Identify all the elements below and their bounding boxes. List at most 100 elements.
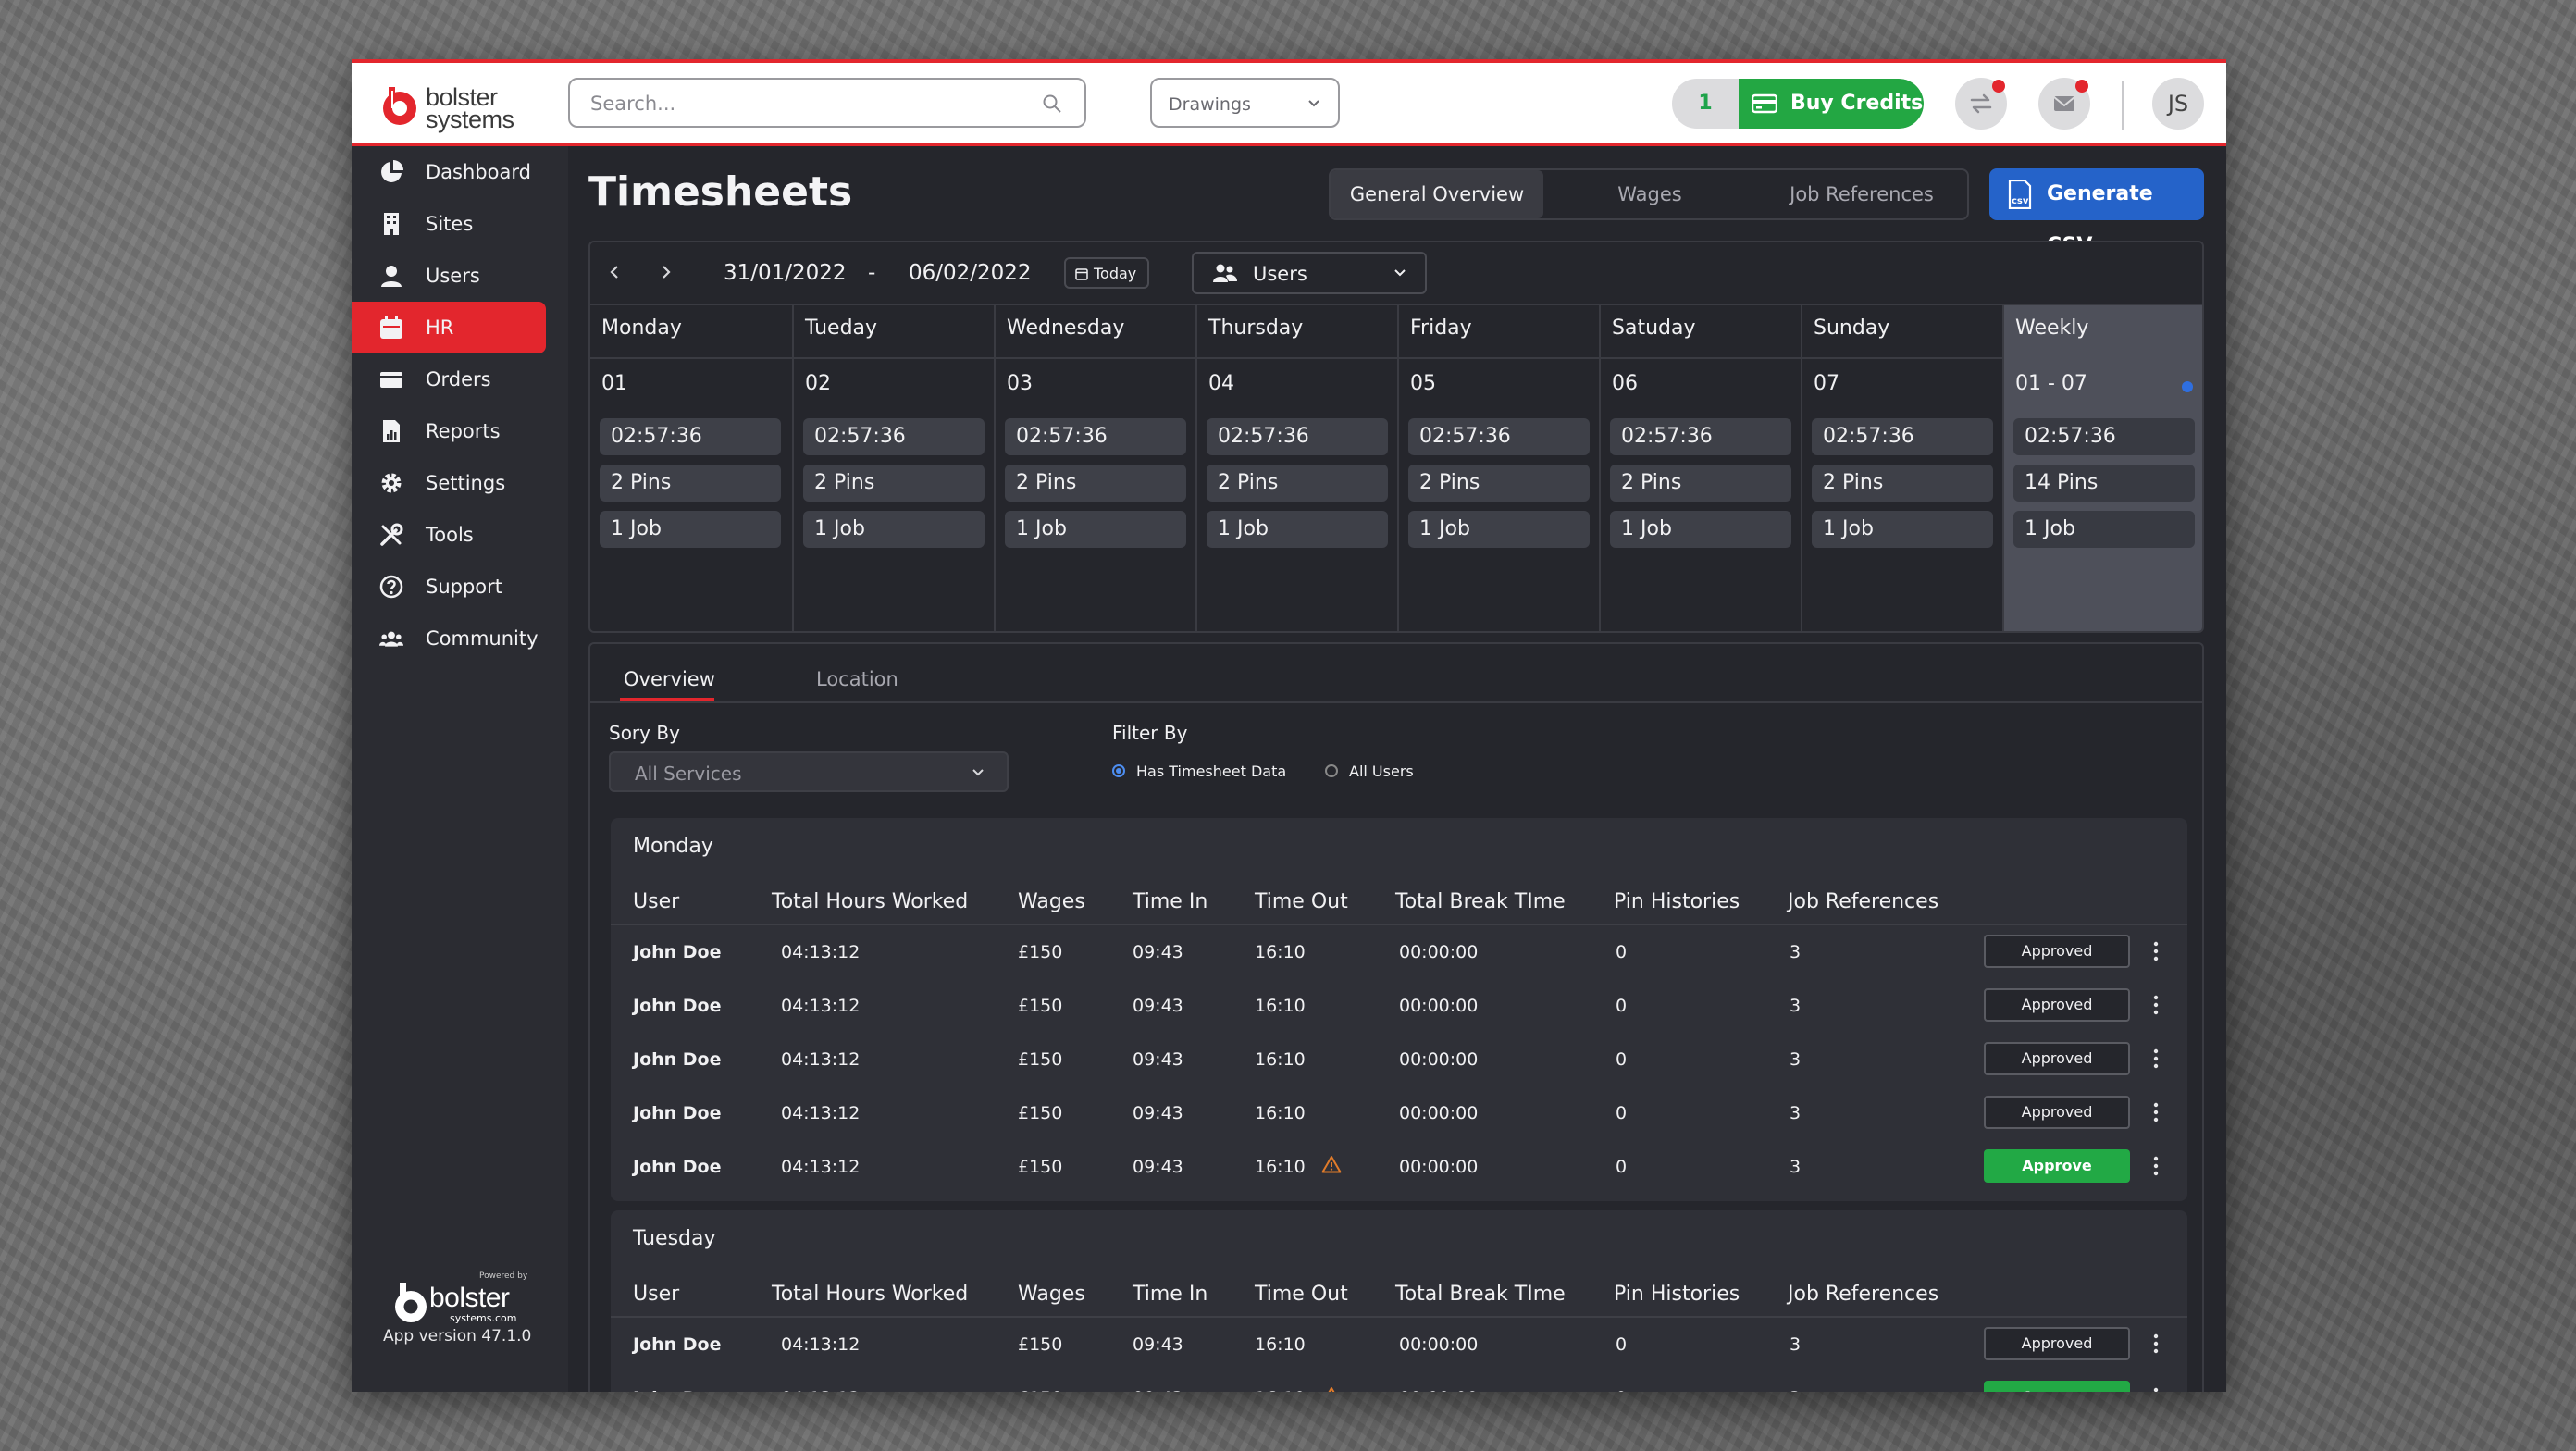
cell-user: John Doe xyxy=(633,1334,722,1355)
sidebar-item-sites[interactable]: Sites xyxy=(352,198,546,250)
search-input[interactable] xyxy=(588,89,1027,118)
day-column[interactable]: Monday 01 02:57:36 2 Pins 1 Job xyxy=(590,304,792,631)
credits-count: 1 xyxy=(1698,92,1713,115)
cell-user: John Doe xyxy=(633,1103,722,1123)
sidebar-item-reports[interactable]: Reports xyxy=(352,405,546,457)
sidebar-item-community[interactable]: Community xyxy=(352,613,546,664)
more-options-icon[interactable] xyxy=(2150,992,2161,1018)
tab-general-overview[interactable]: General Overview xyxy=(1331,170,1543,218)
more-options-icon[interactable] xyxy=(2150,1153,2161,1179)
day-column[interactable]: Satuday 06 02:57:36 2 Pins 1 Job xyxy=(1599,304,1801,631)
table-row: John Doe 04:13:12 £150 09:43 16:10 00:00:00 0 3… xyxy=(611,925,2187,979)
more-options-icon[interactable] xyxy=(2150,1046,2161,1072)
cell-in: 09:43 xyxy=(1133,1157,1183,1177)
sidebar-item-support[interactable]: Support xyxy=(352,561,546,613)
approve-button[interactable]: Approve xyxy=(1984,1381,2130,1392)
today-button[interactable]: Today xyxy=(1064,257,1149,289)
active-subtab-indicator xyxy=(620,698,714,701)
day-column[interactable]: Friday 05 02:57:36 2 Pins 1 Job xyxy=(1397,304,1599,631)
approved-status-button[interactable]: Approved xyxy=(1984,1327,2130,1360)
day-jobs-chip: 1 Job xyxy=(1812,511,1993,548)
chevron-left-icon[interactable] xyxy=(601,259,627,285)
column-header: Wages xyxy=(1018,1283,1085,1306)
column-header: User xyxy=(633,1283,680,1306)
day-divider xyxy=(794,357,994,359)
column-header: Job References xyxy=(1788,890,1939,913)
sidebar-item-hr[interactable]: HR xyxy=(352,302,546,353)
cell-hours: 04:13:12 xyxy=(781,1334,861,1355)
approved-status-button[interactable]: Approved xyxy=(1984,988,2130,1022)
cell-in: 09:43 xyxy=(1133,996,1183,1016)
day-column[interactable]: Tueday 02 02:57:36 2 Pins 1 Job xyxy=(792,304,994,631)
filter-all-users-label[interactable]: All Users xyxy=(1349,763,1414,780)
sidebar-item-dashboard[interactable]: Dashboard xyxy=(352,146,546,198)
sidebar-item-tools[interactable]: Tools xyxy=(352,509,546,561)
selected-indicator-dot xyxy=(2182,381,2193,392)
csv-file-icon: csv xyxy=(2008,180,2032,209)
search-icon[interactable] xyxy=(1042,93,1062,114)
date-to[interactable]: 06/02/2022 xyxy=(909,261,1032,285)
day-column[interactable]: Sunday 07 02:57:36 2 Pins 1 Job xyxy=(1801,304,2002,631)
cell-break: 00:00:00 xyxy=(1399,996,1479,1016)
approved-status-button[interactable]: Approved xyxy=(1984,1042,2130,1075)
subtabs-divider xyxy=(590,701,2202,703)
messages-button[interactable] xyxy=(2038,78,2090,130)
sidebar-item-users[interactable]: Users xyxy=(352,250,546,302)
more-options-icon[interactable] xyxy=(2150,1384,2161,1392)
subtab-location[interactable]: Location xyxy=(816,668,898,690)
subtab-overview[interactable]: Overview xyxy=(624,668,715,690)
day-column[interactable]: Thursday 04 02:57:36 2 Pins 1 Job xyxy=(1195,304,1397,631)
drawings-dropdown[interactable]: Drawings xyxy=(1150,78,1340,128)
column-header: Pin Histories xyxy=(1614,890,1740,913)
more-options-icon[interactable] xyxy=(2150,1331,2161,1357)
pie-chart-icon xyxy=(381,160,403,182)
date-from[interactable]: 31/01/2022 xyxy=(724,261,847,285)
sidebar-item-orders[interactable]: Orders xyxy=(352,353,546,405)
day-hours-chip: 02:57:36 xyxy=(1207,418,1388,455)
sync-button[interactable] xyxy=(1955,78,2007,130)
day-pins-chip: 2 Pins xyxy=(1610,465,1791,502)
chevron-right-icon[interactable] xyxy=(653,259,679,285)
buy-credits-label: Buy Credits xyxy=(1790,92,1924,115)
filter-all-users-radio[interactable] xyxy=(1325,764,1338,777)
approve-button[interactable]: Approve xyxy=(1984,1149,2130,1183)
more-options-icon[interactable] xyxy=(2150,938,2161,964)
day-pins-chip: 2 Pins xyxy=(1408,465,1590,502)
cell-in: 09:43 xyxy=(1133,1103,1183,1123)
day-pins-chip: 2 Pins xyxy=(1207,465,1388,502)
cell-user: John Doe xyxy=(633,942,722,962)
search-box[interactable] xyxy=(568,78,1086,128)
filter-has-timesheet-label[interactable]: Has Timesheet Data xyxy=(1136,763,1286,780)
sidebar-item-settings[interactable]: Settings xyxy=(352,457,546,509)
day-pins-chip: 14 Pins xyxy=(2013,465,2195,502)
bolster-logo[interactable]: bolster systems xyxy=(378,80,526,133)
column-header: Job References xyxy=(1788,1283,1939,1306)
tab-job-references[interactable]: Job References xyxy=(1756,170,1967,218)
cell-in: 09:43 xyxy=(1133,942,1183,962)
cell-hours: 04:13:12 xyxy=(781,942,861,962)
day-jobs-chip: 1 Job xyxy=(803,511,985,548)
help-icon xyxy=(379,575,403,599)
app-window: bolster systems Drawings 1 xyxy=(352,59,2226,1392)
users-dropdown[interactable]: Users xyxy=(1192,252,1427,294)
buy-credits-button[interactable]: Buy Credits xyxy=(1739,79,1924,129)
weekly-summary-column[interactable]: Weekly 01 - 07 02:57:36 14 Pins 1 Job xyxy=(2002,304,2202,631)
day-column[interactable]: Wednesday 03 02:57:36 2 Pins 1 Job xyxy=(994,304,1195,631)
filter-has-timesheet-radio[interactable] xyxy=(1112,764,1125,777)
generate-csv-button[interactable]: csv Generate CSV xyxy=(1989,168,2204,257)
cell-jobs: 3 xyxy=(1790,1334,1802,1355)
approved-status-button[interactable]: Approved xyxy=(1984,1096,2130,1129)
more-options-icon[interactable] xyxy=(2150,1099,2161,1125)
building-icon xyxy=(384,213,399,235)
cell-jobs: 3 xyxy=(1790,1157,1802,1177)
sort-by-dropdown[interactable]: All Services xyxy=(609,751,1009,792)
user-icon xyxy=(381,266,402,287)
approved-status-button[interactable]: Approved xyxy=(1984,935,2130,968)
chevron-down-icon xyxy=(972,769,984,776)
cell-break: 00:00:00 xyxy=(1399,1103,1479,1123)
cell-hours: 04:13:12 xyxy=(781,1388,860,1392)
cell-in: 09:43 xyxy=(1133,1049,1183,1070)
avatar[interactable]: JS xyxy=(2152,78,2204,130)
tab-wages[interactable]: Wages xyxy=(1543,170,1756,218)
sidebar-item-label: Community xyxy=(426,627,539,650)
